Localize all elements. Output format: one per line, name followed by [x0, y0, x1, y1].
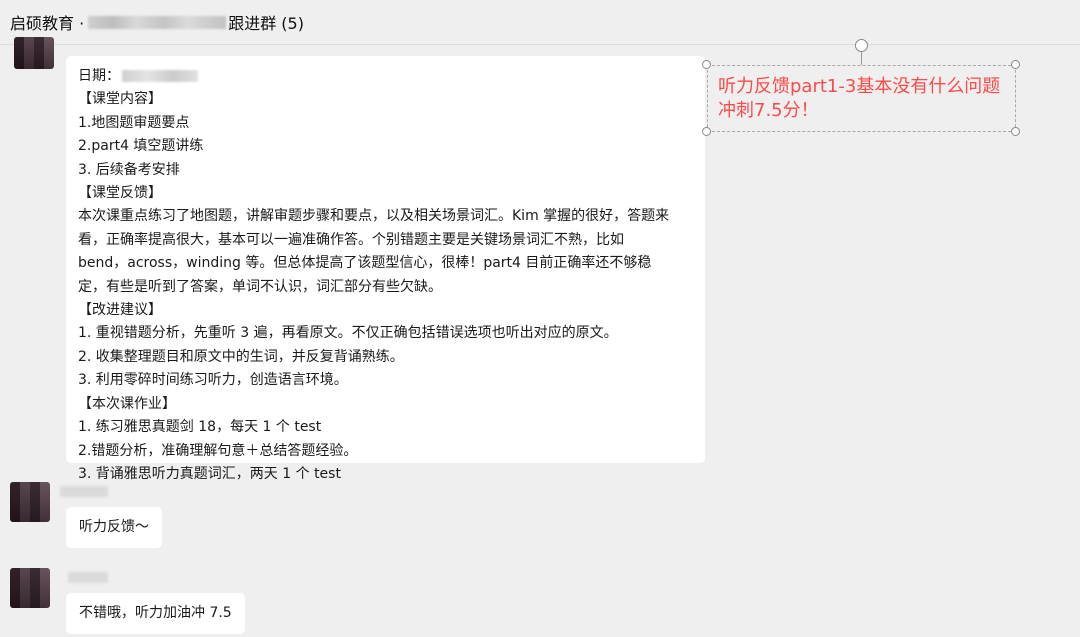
- message-line: 3. 利用零碎时间练习听力，创造语言环境。: [78, 372, 348, 389]
- message-text: 不错哦，听力加油冲 7.5: [79, 604, 232, 621]
- message-line: 【课堂反馈】: [78, 185, 162, 202]
- resize-handle-top-right[interactable]: [1011, 60, 1020, 69]
- message-line: 3. 背诵雅思听力真题词汇，两天 1 个 test: [78, 465, 341, 482]
- message-line: 1. 重视错题分析，先重听 3 遍，再看原文。不仅正确包括错误选项也听出对应的原…: [78, 325, 618, 342]
- message-line: 3. 后续备考安排: [78, 161, 180, 178]
- message-line: 看，正确率提高很大，基本可以一遍准确作答。个别错题主要是关键场景词汇不熟，比如: [78, 231, 624, 248]
- message-bubble[interactable]: 听力反馈～: [66, 507, 162, 548]
- message-line: 1.地图题审题要点: [78, 114, 190, 131]
- annotation-line-1: 听力反馈part1-3基本没有什么问题: [718, 76, 1001, 97]
- chat-header: 启硕教育 · 跟进群 (5): [0, 0, 1080, 45]
- message-line: 定，有些是听到了答案，单词不认识，词汇部分有些欠缺。: [78, 278, 442, 295]
- rotate-handle[interactable]: [855, 39, 868, 52]
- message-line: 2. 收集整理题目和原文中的生词，并反复背诵熟练。: [78, 348, 404, 365]
- message-bubble[interactable]: 不错哦，听力加油冲 7.5: [66, 593, 245, 634]
- message-line: 1. 练习雅思真题剑 18，每天 1 个 test: [78, 419, 322, 436]
- message-line: 2.part4 填空题讲练: [78, 138, 204, 155]
- annotation-textbox[interactable]: 听力反馈part1-3基本没有什么问题 冲刺7.5分！: [707, 65, 1016, 132]
- resize-handle-bottom-right[interactable]: [1011, 127, 1020, 136]
- avatar[interactable]: [10, 568, 50, 608]
- redacted-date: [122, 70, 198, 82]
- resize-handle-bottom-left[interactable]: [702, 127, 711, 136]
- message-line: 2.错题分析，准确理解句意＋总结答题经验。: [78, 442, 358, 459]
- chat-title-prefix: 启硕教育 ·: [10, 14, 85, 33]
- annotation-line-2: 冲刺7.5分！: [718, 100, 819, 121]
- message-line: bend，across，winding 等。但总体提高了该题型信心，很棒！par…: [78, 255, 652, 272]
- redacted-sender-name: [68, 572, 108, 583]
- message-bubble-feedback[interactable]: 日期： 【课堂内容】 1.地图题审题要点 2.part4 填空题讲练 3. 后续…: [66, 56, 705, 482]
- message-line: 日期：: [78, 68, 120, 84]
- resize-handle-top-left[interactable]: [702, 60, 711, 69]
- redacted-sender-name: [60, 486, 108, 497]
- message-line: 【改进建议】: [78, 302, 162, 319]
- message-line: 【课堂内容】: [78, 91, 162, 108]
- message-text: 听力反馈～: [79, 518, 149, 535]
- message-line: 本次课重点练习了地图题，讲解审题步骤和要点，以及相关场景词汇。Kim 掌握的很好…: [78, 208, 670, 225]
- chat-title-suffix: 跟进群 (5): [228, 14, 304, 33]
- avatar[interactable]: [14, 37, 54, 69]
- redacted-group-name: [88, 15, 227, 29]
- avatar[interactable]: [10, 482, 50, 522]
- message-line: 【本次课作业】: [78, 395, 176, 412]
- rotation-line: [861, 50, 862, 65]
